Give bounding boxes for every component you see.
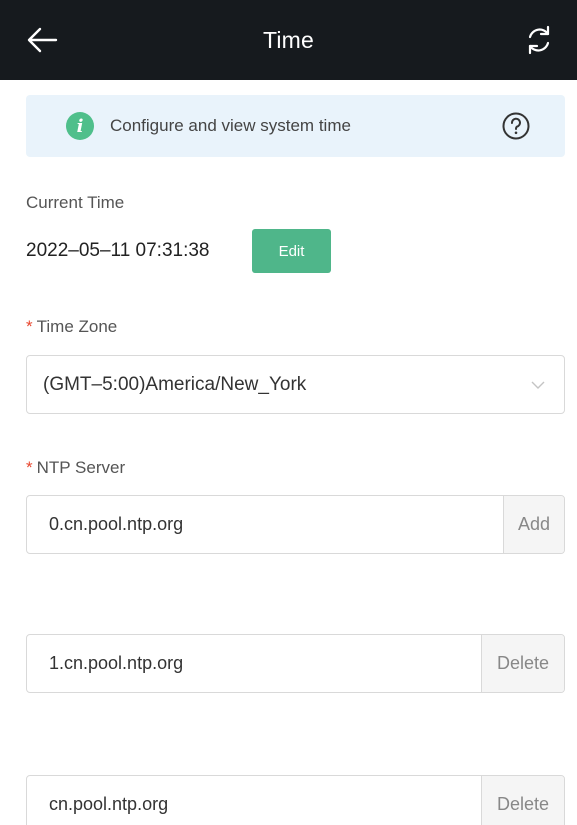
time-zone-label-text: Time Zone (36, 317, 118, 336)
banner-text: Configure and view system time (110, 116, 351, 135)
page-title: Time (262, 26, 315, 53)
ntp-server-input[interactable] (27, 496, 503, 553)
question-circle-icon[interactable] (501, 111, 531, 141)
current-time-label: Current Time (26, 193, 125, 212)
current-time-value: 2022–05–11 07:31:38 (26, 240, 210, 261)
ntp-server-row: Add (26, 495, 565, 554)
time-zone-label: * Time Zone (26, 317, 117, 337)
time-zone-selected-value: (GMT–5:00)America/New_York (43, 373, 307, 395)
required-mark: * (26, 458, 33, 477)
time-settings-screen: Time i Configure and view system time Cu… (0, 0, 577, 825)
ntp-server-row: Delete (26, 634, 565, 693)
edit-time-button[interactable]: Edit (252, 229, 331, 273)
delete-ntp-server-button[interactable]: Delete (481, 776, 564, 825)
info-icon: i (66, 112, 94, 140)
time-zone-select[interactable]: (GMT–5:00)America/New_York (26, 355, 565, 414)
ntp-server-input[interactable] (27, 635, 481, 692)
ntp-server-label: * NTP Server (26, 458, 125, 478)
refresh-icon[interactable] (521, 22, 557, 58)
arrow-left-icon[interactable] (24, 22, 60, 58)
chevron-down-icon (531, 381, 545, 389)
delete-ntp-server-button[interactable]: Delete (481, 635, 564, 692)
ntp-server-input[interactable] (27, 776, 481, 825)
ntp-server-row: Delete (26, 775, 565, 825)
add-ntp-server-button[interactable]: Add (503, 496, 564, 553)
info-banner: i Configure and view system time (26, 95, 565, 157)
ntp-server-label-text: NTP Server (36, 458, 126, 477)
required-mark: * (26, 317, 33, 336)
top-bar: Time (0, 0, 577, 80)
